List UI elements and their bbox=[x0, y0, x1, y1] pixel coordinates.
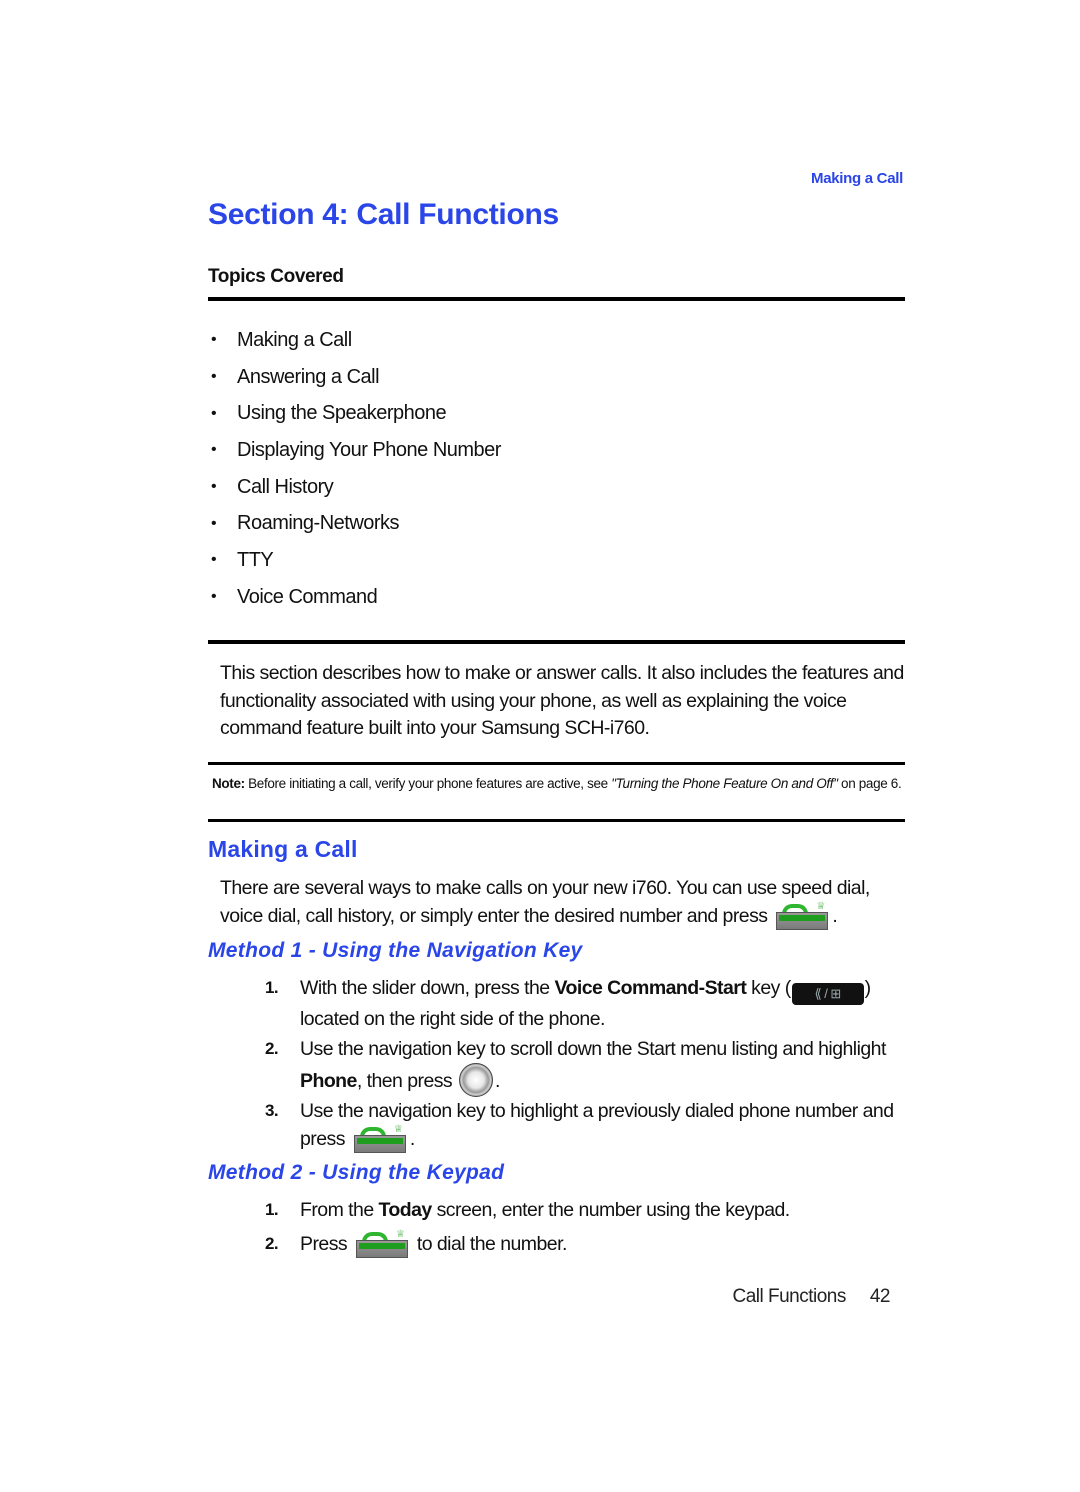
bullet-icon: • bbox=[211, 478, 217, 496]
topic-label: Roaming-Networks bbox=[237, 512, 400, 535]
divider bbox=[208, 762, 905, 765]
navigation-key-icon bbox=[459, 1063, 494, 1097]
crown-icon: ♕ bbox=[395, 1229, 405, 1240]
send-key-bar bbox=[358, 1243, 405, 1249]
send-key-icon: ♕ bbox=[776, 901, 829, 930]
topic-label: Using the Speakerphone bbox=[237, 402, 447, 425]
bullet-icon: • bbox=[211, 441, 217, 459]
note-reference: "Turning the Phone Feature On and Off" bbox=[611, 776, 838, 791]
method-1-heading: Method 1 - Using the Navigation Key bbox=[208, 939, 583, 962]
making-a-call-paragraph: There are several ways to make calls on … bbox=[220, 874, 910, 930]
step-number: 3. bbox=[265, 1101, 279, 1120]
topic-item: • TTY bbox=[208, 542, 501, 579]
crown-icon: ♕ bbox=[816, 901, 825, 912]
bullet-icon: • bbox=[211, 551, 217, 569]
step-screen-name: Today bbox=[378, 1199, 433, 1221]
note-text: Before initiating a call, verify your ph… bbox=[244, 776, 612, 791]
topic-label: Making a Call bbox=[237, 328, 352, 351]
page-footer: Call Functions 42 bbox=[732, 1286, 890, 1308]
page-number: 42 bbox=[869, 1286, 891, 1307]
topic-item: • Call History bbox=[208, 469, 501, 506]
method-2-step: 1. From the Today screen, enter the numb… bbox=[265, 1196, 905, 1224]
footer-chapter: Call Functions bbox=[732, 1286, 846, 1307]
step-text: With the slider down, press the bbox=[300, 977, 555, 999]
voice-command-start-key-icon: ⟪ / ⊞ bbox=[791, 983, 864, 1005]
step-text: . bbox=[495, 1070, 500, 1092]
step-text: Use the navigation key to scroll down th… bbox=[300, 1038, 886, 1060]
step-text: , then press bbox=[356, 1070, 458, 1092]
method-1-step: 3. Use the navigation key to highlight a… bbox=[265, 1097, 905, 1153]
step-text: key ( bbox=[746, 977, 791, 999]
method-2-step: 2. Press ♕ to dial the number. bbox=[265, 1230, 905, 1258]
step-number: 1. bbox=[265, 1200, 279, 1219]
intro-paragraph: This section describes how to make or an… bbox=[220, 662, 904, 739]
step-text: Press bbox=[300, 1233, 352, 1255]
method-2-heading: Method 2 - Using the Keypad bbox=[208, 1161, 505, 1184]
send-key-icon: ♕ bbox=[355, 1229, 408, 1258]
divider bbox=[208, 819, 905, 822]
step-text: to dial the number. bbox=[411, 1233, 568, 1255]
crown-icon: ♕ bbox=[393, 1124, 403, 1135]
note-label: Note: bbox=[212, 776, 245, 791]
send-key-body bbox=[353, 1135, 406, 1153]
bullet-icon: • bbox=[211, 514, 217, 532]
topic-item: • Answering a Call bbox=[208, 359, 501, 396]
send-key-bar bbox=[356, 1138, 403, 1144]
topic-item: • Using the Speakerphone bbox=[208, 395, 501, 432]
step-number: 2. bbox=[265, 1234, 279, 1253]
method-1-step: 2. Use the navigation key to scroll down… bbox=[265, 1035, 905, 1097]
topic-item: • Voice Command bbox=[208, 579, 501, 616]
bullet-icon: • bbox=[211, 404, 217, 422]
divider bbox=[208, 640, 905, 644]
note-block: Note: Before initiating a call, verify y… bbox=[212, 775, 912, 793]
send-key-body bbox=[355, 1240, 408, 1258]
topic-label: TTY bbox=[237, 548, 274, 571]
bullet-icon: • bbox=[211, 368, 217, 386]
topic-item: • Displaying Your Phone Number bbox=[208, 432, 501, 469]
step-key-name: Voice Command-Start bbox=[554, 977, 747, 999]
step-text: . bbox=[409, 1128, 415, 1150]
section-title: Section 4: Call Functions bbox=[208, 198, 559, 231]
paragraph-text-end: . bbox=[832, 905, 838, 927]
bullet-icon: • bbox=[211, 588, 217, 606]
topic-label: Voice Command bbox=[237, 585, 378, 608]
step-text: screen, enter the number using the keypa… bbox=[431, 1199, 791, 1221]
paragraph-text: There are several ways to make calls on … bbox=[220, 877, 870, 927]
divider bbox=[208, 297, 905, 301]
step-number: 1. bbox=[265, 978, 279, 997]
bullet-icon: • bbox=[211, 331, 217, 349]
topics-list: • Making a Call • Answering a Call • Using … bbox=[208, 322, 501, 616]
method-1-step: 1. With the slider down, press the Voice… bbox=[265, 974, 905, 1033]
topic-label: Answering a Call bbox=[237, 365, 380, 388]
send-key-bar bbox=[779, 915, 826, 921]
making-a-call-heading: Making a Call bbox=[208, 836, 358, 862]
topic-item: • Making a Call bbox=[208, 322, 501, 359]
step-number: 2. bbox=[265, 1039, 279, 1058]
send-key-body bbox=[776, 912, 829, 930]
running-head: Making a Call bbox=[811, 170, 903, 187]
step-text: From the bbox=[300, 1199, 379, 1221]
topic-label: Call History bbox=[237, 475, 334, 498]
step-menu-item: Phone bbox=[300, 1070, 357, 1092]
note-reference-tail: on page 6. bbox=[837, 776, 902, 791]
topic-label: Displaying Your Phone Number bbox=[237, 438, 501, 461]
topic-item: • Roaming-Networks bbox=[208, 505, 501, 542]
topics-heading: Topics Covered bbox=[208, 266, 344, 287]
send-key-icon: ♕ bbox=[353, 1124, 406, 1153]
